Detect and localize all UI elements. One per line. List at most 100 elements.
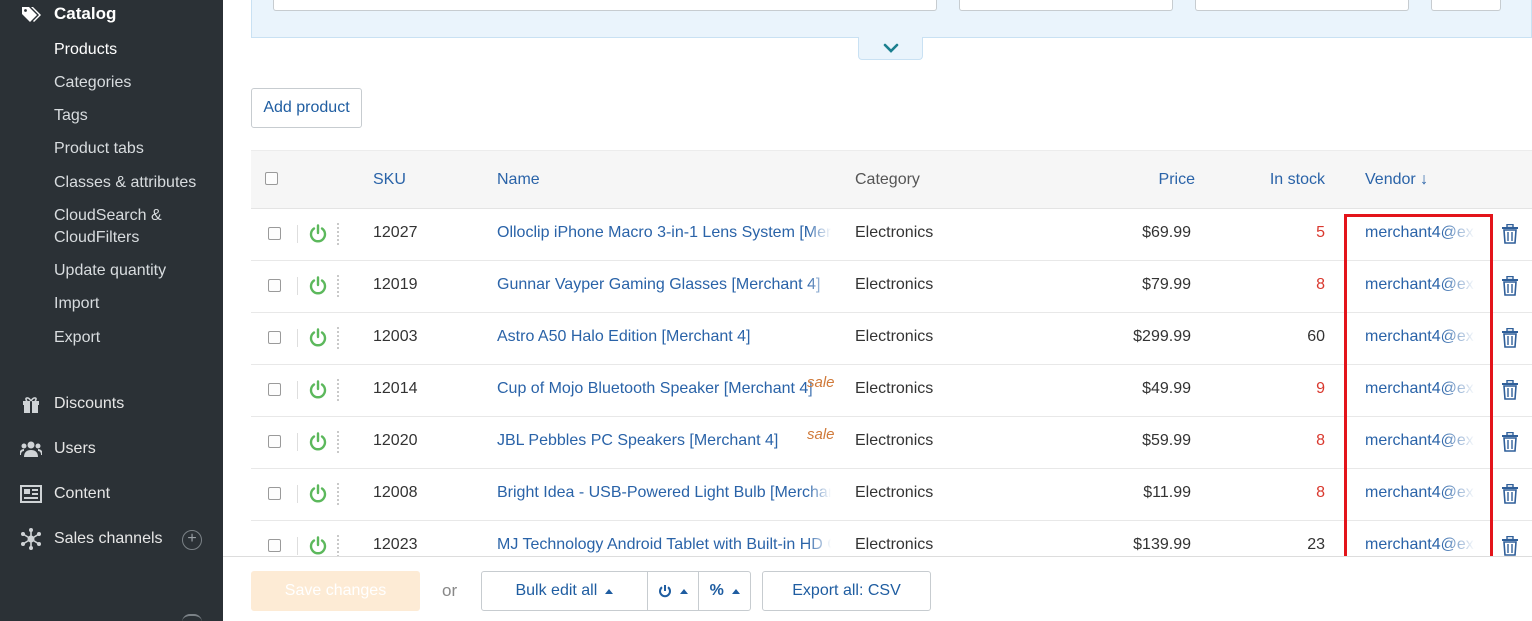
row-drag-handle[interactable] — [337, 275, 339, 297]
column-header-in-stock[interactable]: In stock — [1225, 171, 1325, 189]
sidebar-section-label: Users — [54, 440, 96, 457]
sidebar-item-cloudfilters[interactable]: CloudFilters — [54, 227, 139, 249]
product-name-link[interactable]: Bright Idea - USB-Powered Light Bulb [Me… — [497, 484, 831, 502]
table-row: 12014 Cup of Mojo Bluetooth Speaker [Mer… — [251, 365, 1532, 417]
column-header-price[interactable]: Price — [1095, 171, 1195, 189]
product-category: Electronics — [855, 432, 934, 449]
sidebar-item-classes-attributes[interactable]: Classes & attributes — [54, 172, 196, 194]
sidebar-item-products[interactable]: Products — [54, 39, 117, 61]
add-product-button[interactable]: Add product — [251, 88, 362, 128]
filter-select[interactable] — [1195, 0, 1409, 11]
table-row: 12003 Astro A50 Halo Edition [Merchant 4… — [251, 313, 1532, 365]
row-divider — [297, 381, 298, 399]
row-checkbox[interactable] — [268, 383, 281, 396]
product-name-link[interactable]: Cup of Mojo Bluetooth Speaker [Merchant … — [497, 380, 831, 398]
row-drag-handle[interactable] — [337, 431, 339, 453]
power-icon[interactable] — [308, 328, 328, 348]
product-name-link[interactable]: MJ Technology Android Tablet with Built-… — [497, 536, 831, 554]
trash-icon[interactable] — [1501, 484, 1519, 504]
search-button[interactable] — [1431, 0, 1501, 11]
select-all-checkbox[interactable] — [265, 172, 278, 185]
sidebar-item-export[interactable]: Export — [54, 327, 100, 349]
row-checkbox[interactable] — [268, 435, 281, 448]
row-checkbox[interactable] — [268, 279, 281, 292]
power-icon[interactable] — [308, 276, 328, 296]
row-divider — [297, 433, 298, 451]
row-drag-handle[interactable] — [337, 535, 339, 557]
export-all-csv-button[interactable]: Export all: CSV — [762, 571, 931, 611]
sidebar-item-import[interactable]: Import — [54, 293, 99, 315]
users-icon — [20, 439, 42, 459]
column-header-category: Category — [855, 171, 920, 188]
product-name-link[interactable]: JBL Pebbles PC Speakers [Merchant 4] — [497, 432, 831, 450]
bulk-percent-button[interactable]: % — [699, 572, 750, 610]
product-stock: 8 — [1316, 484, 1325, 501]
bulk-edit-label: Bulk edit all — [515, 582, 598, 599]
sidebar-item-update-quantity[interactable]: Update quantity — [54, 260, 166, 282]
sidebar-item-cloudsearch[interactable]: CloudSearch & — [54, 205, 162, 227]
add-sales-channel-icon[interactable]: + — [182, 530, 202, 550]
bulk-edit-all-button[interactable]: Bulk edit all — [482, 572, 648, 610]
row-checkbox[interactable] — [268, 487, 281, 500]
product-price: $49.99 — [1142, 380, 1191, 397]
sidebar-section-users[interactable]: Users — [20, 439, 96, 459]
sidebar-section-catalog[interactable]: Catalog — [20, 4, 116, 24]
power-icon[interactable] — [308, 224, 328, 244]
sidebar-item-tags[interactable]: Tags — [54, 105, 88, 127]
sidebar-section-content[interactable]: Content — [20, 484, 110, 504]
power-icon[interactable] — [308, 536, 328, 556]
caret-up-icon — [680, 588, 689, 594]
sidebar-scroll-hint-icon — [182, 614, 202, 621]
row-divider — [297, 329, 298, 347]
product-name-link[interactable]: Olloclip iPhone Macro 3-in-1 Lens System… — [497, 224, 831, 242]
product-category: Electronics — [855, 328, 934, 345]
gift-icon — [20, 394, 42, 414]
save-changes-button[interactable]: Save changes — [251, 571, 420, 611]
sidebar-item-product-tabs[interactable]: Product tabs — [54, 138, 144, 160]
bottom-action-bar: Save changes or Bulk edit all % Export a… — [223, 556, 1532, 621]
sidebar-section-sales-channels[interactable]: Sales channels — [20, 528, 163, 550]
sidebar: Catalog Products Categories Tags Product… — [0, 0, 223, 621]
bulk-edit-group: Bulk edit all % — [481, 571, 751, 611]
bulk-status-button[interactable] — [648, 572, 700, 610]
caret-up-icon — [731, 588, 740, 594]
product-sku: 12008 — [373, 484, 418, 501]
power-icon[interactable] — [308, 484, 328, 504]
trash-icon[interactable] — [1501, 328, 1519, 348]
sales-channels-icon — [20, 528, 42, 550]
row-drag-handle[interactable] — [337, 327, 339, 349]
column-header-sku[interactable]: SKU — [373, 171, 406, 189]
power-icon[interactable] — [308, 380, 328, 400]
product-name-link[interactable]: Gunnar Vayper Gaming Glasses [Merchant 4… — [497, 276, 831, 294]
row-checkbox[interactable] — [268, 331, 281, 344]
sale-badge: sale — [807, 426, 835, 443]
category-filter-select[interactable] — [959, 0, 1173, 11]
sidebar-section-label: Content — [54, 485, 111, 502]
expand-filters-toggle[interactable] — [858, 37, 923, 60]
row-drag-handle[interactable] — [337, 223, 339, 245]
trash-icon[interactable] — [1501, 536, 1519, 556]
table-header: SKU Name Category Price In stock Vendor … — [251, 150, 1532, 209]
sidebar-item-categories[interactable]: Categories — [54, 72, 131, 94]
column-header-vendor[interactable]: Vendor ↓ — [1365, 171, 1428, 189]
row-drag-handle[interactable] — [337, 483, 339, 505]
trash-icon[interactable] — [1501, 224, 1519, 244]
row-checkbox[interactable] — [268, 227, 281, 240]
product-category: Electronics — [855, 380, 934, 397]
row-checkbox[interactable] — [268, 539, 281, 552]
table-row: 12019 Gunnar Vayper Gaming Glasses [Merc… — [251, 261, 1532, 313]
row-divider — [297, 485, 298, 503]
trash-icon[interactable] — [1501, 276, 1519, 296]
column-header-name[interactable]: Name — [497, 171, 540, 189]
product-sku: 12014 — [373, 380, 418, 397]
product-category: Electronics — [855, 536, 934, 553]
product-sku: 12027 — [373, 224, 418, 241]
power-icon[interactable] — [308, 432, 328, 452]
row-drag-handle[interactable] — [337, 379, 339, 401]
search-input[interactable] — [273, 0, 937, 11]
trash-icon[interactable] — [1501, 432, 1519, 452]
product-price: $79.99 — [1142, 276, 1191, 293]
product-name-link[interactable]: Astro A50 Halo Edition [Merchant 4] — [497, 328, 831, 346]
trash-icon[interactable] — [1501, 380, 1519, 400]
sidebar-section-discounts[interactable]: Discounts — [20, 394, 124, 414]
